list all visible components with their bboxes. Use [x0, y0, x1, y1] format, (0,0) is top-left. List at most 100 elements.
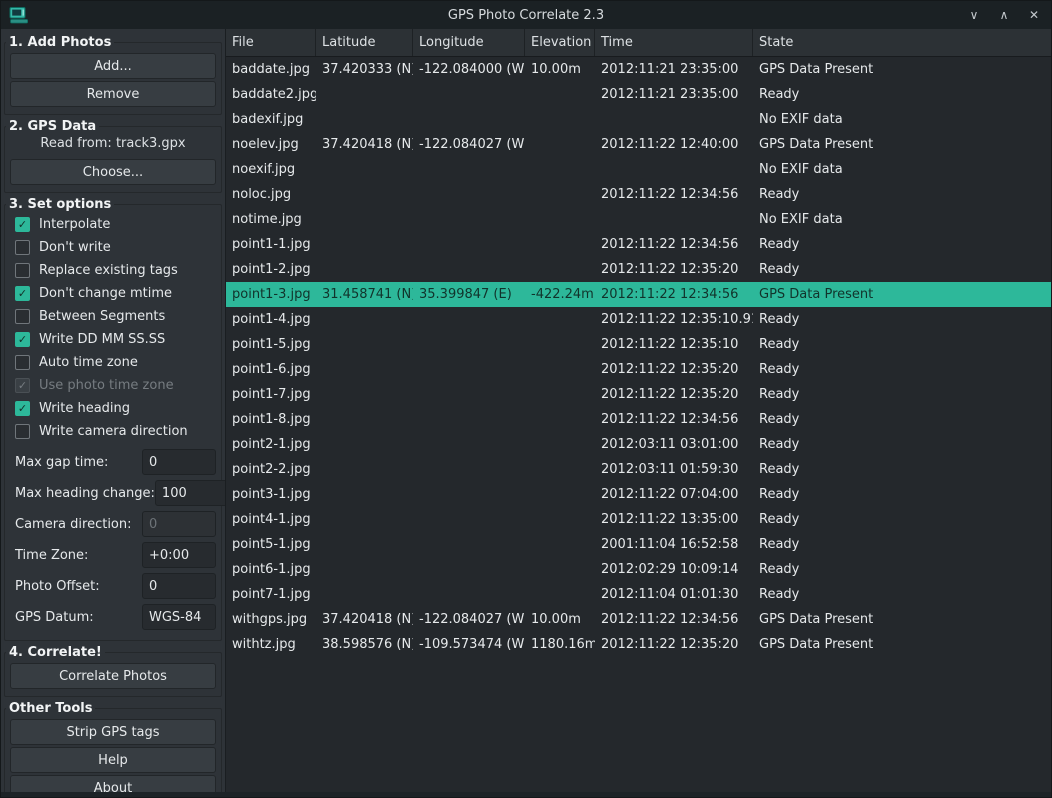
window-body: 1. Add Photos Add... Remove 2. GPS Data … [1, 29, 1051, 792]
group-title-correlate: 4. Correlate! [6, 645, 105, 660]
column-header-longitude[interactable]: Longitude [413, 29, 525, 56]
cell-elevation [525, 307, 595, 332]
option-write-heading[interactable]: Write heading [10, 397, 216, 420]
table-row-baddate2-jpg[interactable]: baddate2.jpg2012:11:21 23:35:00Ready [226, 82, 1051, 107]
cell-time: 2012:11:22 12:34:56 [595, 232, 753, 257]
photo-table: FileLatitudeLongitudeElevationTimeState … [226, 29, 1051, 792]
cell-longitude [413, 582, 525, 607]
window-controls: ∨ ∧ ✕ [965, 6, 1043, 24]
table-row-badexif-jpg[interactable]: badexif.jpgNo EXIF data [226, 107, 1051, 132]
column-header-file[interactable]: File [226, 29, 316, 56]
table-row-point1-5-jpg[interactable]: point1-5.jpg2012:11:22 12:35:10Ready [226, 332, 1051, 357]
cell-time [595, 107, 753, 132]
cell-longitude [413, 507, 525, 532]
column-header-latitude[interactable]: Latitude [316, 29, 413, 56]
correlate-photos-button[interactable]: Correlate Photos [10, 663, 216, 689]
max-heading-change-input[interactable] [155, 480, 226, 506]
table-row-point5-1-jpg[interactable]: point5-1.jpg2001:11:04 16:52:58Ready [226, 532, 1051, 557]
table-row-point1-2-jpg[interactable]: point1-2.jpg2012:11:22 12:35:20Ready [226, 257, 1051, 282]
cell-file: point6-1.jpg [226, 557, 316, 582]
option-interpolate[interactable]: Interpolate [10, 213, 216, 236]
cell-longitude [413, 232, 525, 257]
cell-longitude [413, 432, 525, 457]
cell-elevation [525, 132, 595, 157]
field-label: Max heading change: [15, 486, 155, 501]
table-row-baddate-jpg[interactable]: baddate.jpg37.420333 (N)-122.084000 (W)1… [226, 57, 1051, 82]
table-row-point3-1-jpg[interactable]: point3-1.jpg2012:11:22 07:04:00Ready [226, 482, 1051, 507]
table-row-point4-1-jpg[interactable]: point4-1.jpg2012:11:22 13:35:00Ready [226, 507, 1051, 532]
checkbox-icon[interactable] [15, 286, 30, 301]
cell-time: 2012:11:22 12:40:00 [595, 132, 753, 157]
cell-longitude [413, 382, 525, 407]
cell-longitude: -122.084000 (W) [413, 57, 525, 82]
checkbox-icon[interactable] [15, 240, 30, 255]
cell-file: point1-4.jpg [226, 307, 316, 332]
table-row-point1-4-jpg[interactable]: point1-4.jpg2012:11:22 12:35:10.91Ready [226, 307, 1051, 332]
option-between-segments[interactable]: Between Segments [10, 305, 216, 328]
checkbox-icon[interactable] [15, 263, 30, 278]
cell-state: GPS Data Present [753, 57, 1051, 82]
checkbox-label: Write camera direction [39, 424, 188, 439]
table-row-point2-1-jpg[interactable]: point2-1.jpg2012:03:11 03:01:00Ready [226, 432, 1051, 457]
option-write-camera-direction[interactable]: Write camera direction [10, 420, 216, 443]
about-button[interactable]: About [10, 775, 216, 792]
cell-time: 2012:11:22 12:35:20 [595, 382, 753, 407]
titlebar: GPS Photo Correlate 2.3 ∨ ∧ ✕ [1, 1, 1051, 29]
choose-gpx-button[interactable]: Choose... [10, 159, 216, 185]
other-tools-buttons: Strip GPS tagsHelp About [10, 719, 216, 792]
close-button[interactable]: ✕ [1025, 6, 1043, 24]
table-row-point7-1-jpg[interactable]: point7-1.jpg2012:11:04 01:01:30Ready [226, 582, 1051, 607]
table-row-noexif-jpg[interactable]: noexif.jpgNo EXIF data [226, 157, 1051, 182]
add-button[interactable]: Add... [10, 53, 216, 79]
table-row-noloc-jpg[interactable]: noloc.jpg2012:11:22 12:34:56Ready [226, 182, 1051, 207]
column-header-state[interactable]: State [753, 29, 1051, 56]
option-replace-existing-tags[interactable]: Replace existing tags [10, 259, 216, 282]
cell-longitude [413, 107, 525, 132]
checkbox-icon [15, 378, 30, 393]
checkbox-icon[interactable] [15, 332, 30, 347]
strip-gps-tags-button[interactable]: Strip GPS tags [10, 719, 216, 745]
checkbox-icon[interactable] [15, 355, 30, 370]
cell-latitude [316, 532, 413, 557]
table-row-notime-jpg[interactable]: notime.jpgNo EXIF data [226, 207, 1051, 232]
maximize-button[interactable]: ∧ [995, 6, 1013, 24]
cell-latitude [316, 107, 413, 132]
minimize-button[interactable]: ∨ [965, 6, 983, 24]
table-row-point1-6-jpg[interactable]: point1-6.jpg2012:11:22 12:35:20Ready [226, 357, 1051, 382]
time-zone-input[interactable] [142, 542, 216, 568]
cell-longitude [413, 332, 525, 357]
option-use-photo-time-zone: Use photo time zone [10, 374, 216, 397]
cell-elevation [525, 532, 595, 557]
table-row-noelev-jpg[interactable]: noelev.jpg37.420418 (N)-122.084027 (W)20… [226, 132, 1051, 157]
photo-offset-input[interactable] [142, 573, 216, 599]
remove-button[interactable]: Remove [10, 81, 216, 107]
gps-datum-input[interactable] [142, 604, 216, 630]
checkbox-icon[interactable] [15, 217, 30, 232]
table-row-withgps-jpg[interactable]: withgps.jpg37.420418 (N)-122.084027 (W)1… [226, 607, 1051, 632]
cell-elevation [525, 82, 595, 107]
table-row-point1-7-jpg[interactable]: point1-7.jpg2012:11:22 12:35:20Ready [226, 382, 1051, 407]
cell-state: Ready [753, 407, 1051, 432]
field-label: Camera direction: [15, 517, 132, 532]
option-write-dd-mm-ss-ss[interactable]: Write DD MM SS.SS [10, 328, 216, 351]
cell-elevation: 10.00m [525, 57, 595, 82]
option-don-t-change-mtime[interactable]: Don't change mtime [10, 282, 216, 305]
checkbox-icon[interactable] [15, 424, 30, 439]
table-row-point1-8-jpg[interactable]: point1-8.jpg2012:11:22 12:34:56Ready [226, 407, 1051, 432]
table-row-point1-1-jpg[interactable]: point1-1.jpg2012:11:22 12:34:56Ready [226, 232, 1051, 257]
column-header-time[interactable]: Time [595, 29, 753, 56]
chevron-up-icon: ∧ [1000, 8, 1009, 22]
max-gap-time-input[interactable] [142, 449, 216, 475]
option-don-t-write[interactable]: Don't write [10, 236, 216, 259]
option-auto-time-zone[interactable]: Auto time zone [10, 351, 216, 374]
column-header-elevation[interactable]: Elevation [525, 29, 595, 56]
app-icon [9, 7, 29, 24]
field-gps-datum: GPS Datum: [10, 604, 216, 630]
table-row-point2-2-jpg[interactable]: point2-2.jpg2012:03:11 01:59:30Ready [226, 457, 1051, 482]
table-row-point6-1-jpg[interactable]: point6-1.jpg2012:02:29 10:09:14Ready [226, 557, 1051, 582]
table-row-withtz-jpg[interactable]: withtz.jpg38.598576 (N)-109.573474 (W)11… [226, 632, 1051, 657]
help-button[interactable]: Help [10, 747, 216, 773]
checkbox-icon[interactable] [15, 309, 30, 324]
checkbox-icon[interactable] [15, 401, 30, 416]
table-row-point1-3-jpg[interactable]: point1-3.jpg31.458741 (N)35.399847 (E)-4… [226, 282, 1051, 307]
